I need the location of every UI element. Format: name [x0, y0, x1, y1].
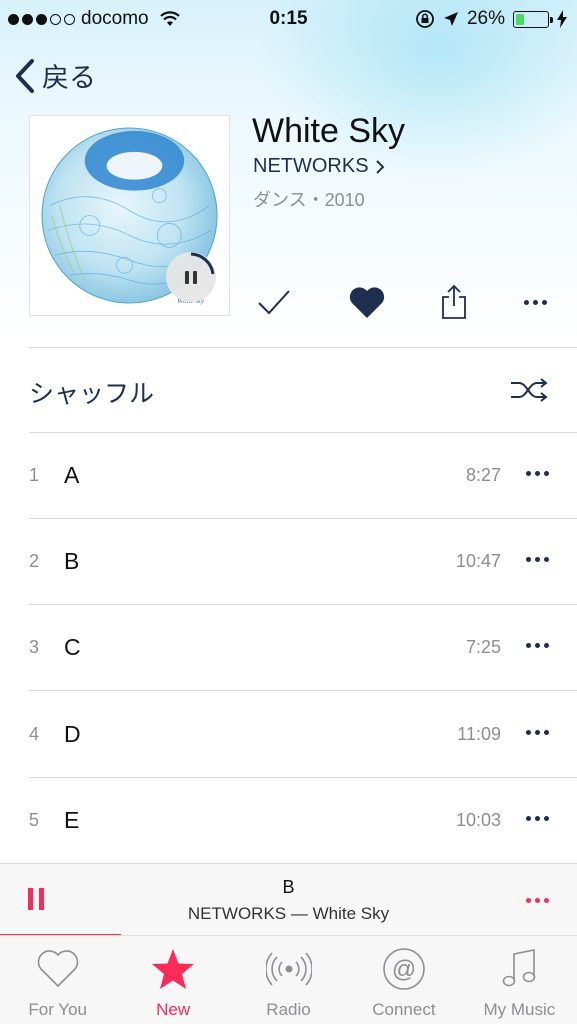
status-bar: docomo 0:15 26%: [0, 0, 577, 38]
love-button[interactable]: [345, 282, 389, 322]
tab-label: Radio: [266, 1000, 311, 1019]
track-more-button[interactable]: [526, 471, 549, 476]
shuffle-row[interactable]: シャッフル: [0, 348, 577, 432]
album-title: White Sky: [252, 112, 406, 150]
artist-link[interactable]: NETWORKS: [253, 155, 385, 178]
share-icon: [442, 284, 466, 319]
tab-my-music[interactable]: My Music: [462, 936, 577, 1024]
pause-button[interactable]: [166, 252, 216, 302]
album-more-button[interactable]: [518, 282, 552, 322]
now-playing-title: B: [282, 877, 295, 897]
heart-icon: [37, 950, 79, 988]
track-title: A: [64, 462, 80, 488]
location-icon: [443, 12, 458, 26]
tab-label: Connect: [372, 1000, 436, 1019]
track-title: D: [64, 721, 81, 747]
battery-icon: [513, 10, 553, 28]
artist-name: NETWORKS: [253, 155, 369, 177]
chevron-right-icon: [375, 159, 384, 174]
tab-bar: For You New Radio @ Connect My Music: [0, 935, 577, 1024]
now-playing-more-button[interactable]: [526, 898, 549, 903]
track-duration: 10:03: [455, 810, 501, 830]
tab-connect[interactable]: @ Connect: [346, 936, 461, 1024]
checkmark-icon: [258, 290, 290, 315]
tab-for-you[interactable]: For You: [0, 936, 115, 1024]
track-more-button[interactable]: [526, 730, 549, 735]
track-more-button[interactable]: [526, 816, 549, 821]
chevron-left-icon: [16, 58, 34, 93]
track-title: B: [64, 548, 80, 574]
shuffle-label: シャッフル: [29, 380, 155, 408]
divider: [29, 690, 577, 691]
track-duration: 7:25: [465, 637, 501, 657]
album-actions: [252, 282, 552, 322]
track-number: 5: [29, 810, 40, 830]
svg-text:@: @: [392, 956, 416, 983]
charging-icon: [557, 10, 567, 28]
track-row[interactable]: 1 A 8:27: [0, 433, 577, 519]
heart-icon: [349, 287, 385, 318]
track-title: E: [64, 807, 80, 833]
shuffle-icon: [511, 378, 548, 402]
track-more-button[interactable]: [526, 643, 549, 648]
back-label: 戻る: [42, 63, 96, 93]
tab-radio[interactable]: Radio: [231, 936, 346, 1024]
track-number: 4: [29, 724, 40, 744]
add-to-library-button[interactable]: [252, 282, 296, 322]
track-duration: 11:09: [457, 724, 501, 744]
track-number: 3: [29, 637, 40, 657]
tab-new[interactable]: New: [115, 936, 230, 1024]
status-right: 26%: [415, 8, 567, 30]
back-button[interactable]: 戻る: [14, 56, 96, 95]
track-row[interactable]: 2 B 10:47: [0, 519, 577, 605]
track-number: 1: [29, 465, 40, 485]
at-icon: @: [383, 948, 425, 990]
track-duration: 8:27: [465, 465, 501, 485]
tab-label: New: [156, 1000, 191, 1019]
track-duration: 10:47: [455, 551, 501, 571]
share-button[interactable]: [434, 282, 474, 322]
radio-icon: [265, 952, 312, 986]
album-genre-year: ダンス・2010: [253, 190, 365, 210]
track-row[interactable]: 3 C 7:25: [0, 605, 577, 691]
tab-label: For You: [28, 1000, 87, 1019]
now-playing-subtitle: NETWORKS — White Sky: [187, 904, 390, 923]
music-note-icon: [503, 949, 536, 987]
track-more-button[interactable]: [526, 557, 549, 562]
battery-percent: 26%: [466, 8, 505, 29]
track-title: C: [64, 634, 81, 660]
tab-label: My Music: [483, 1000, 556, 1019]
track-number: 2: [29, 551, 40, 571]
mini-player[interactable]: B NETWORKS — White Sky: [0, 863, 577, 936]
star-icon: [152, 949, 195, 989]
progress-ring-icon: [190, 252, 215, 275]
track-row[interactable]: 4 D 11:09: [0, 692, 577, 778]
track-row[interactable]: 5 E 10:03: [0, 778, 577, 864]
orientation-lock-icon: [416, 10, 434, 28]
